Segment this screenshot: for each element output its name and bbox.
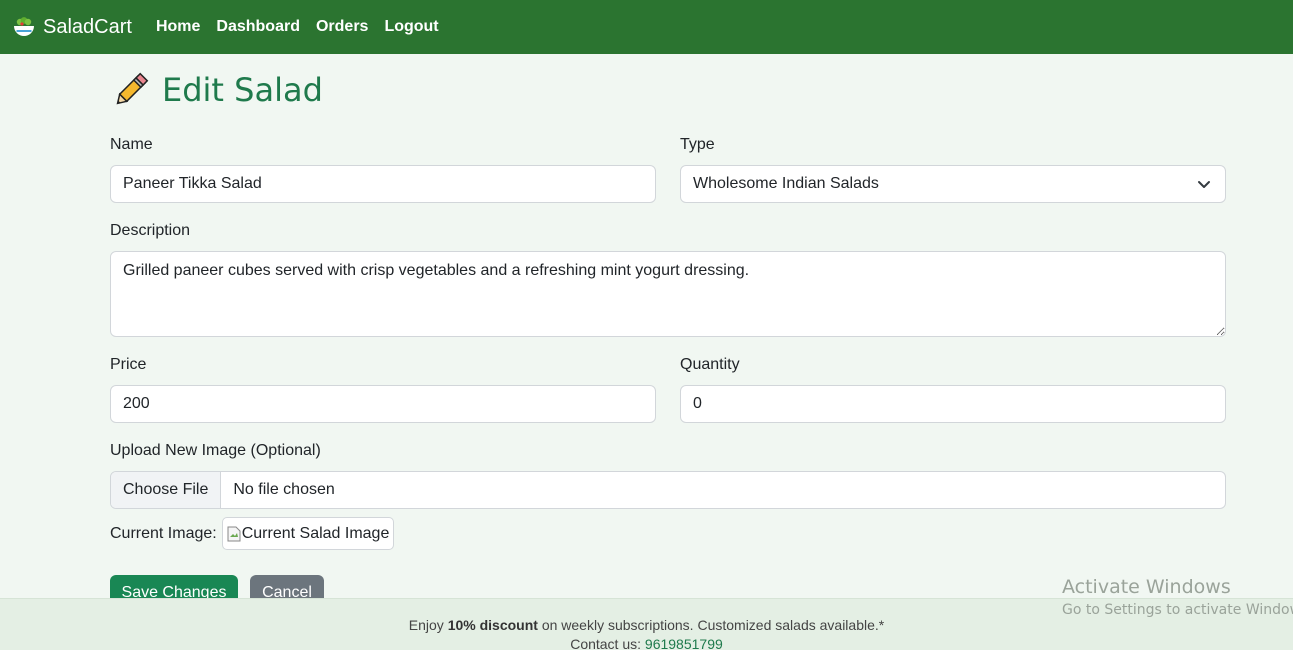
choose-file-button[interactable]: Choose File (111, 472, 222, 508)
image-file-input[interactable]: Choose File No file chosen (110, 471, 1226, 509)
footer-promo: Enjoy 10% discount on weekly subscriptio… (0, 616, 1293, 635)
quantity-input-value: 0 (693, 395, 702, 412)
current-image-alt: Current Salad Image (241, 524, 390, 542)
quantity-label: Quantity (680, 356, 740, 373)
upload-label: Upload New Image (Optional) (110, 442, 321, 459)
nav-dashboard[interactable]: Dashboard (216, 18, 300, 36)
watermark-title: Activate Windows (1062, 576, 1231, 598)
navbar: SaladCart Home Dashboard Orders Logout (0, 0, 1293, 54)
type-label: Type (680, 136, 715, 153)
footer-contact: Contact us: 9619851799 (0, 635, 1293, 650)
price-input[interactable]: 200 (110, 385, 656, 423)
current-image-label: Current Image: (110, 524, 217, 542)
pencil-icon (116, 72, 149, 105)
watermark-subtitle: Go to Settings to activate Windows. (1062, 602, 1293, 618)
footer-text-before: Enjoy (408, 617, 448, 633)
footer-discount: 10% discount (447, 617, 538, 633)
nav-orders[interactable]: Orders (316, 18, 368, 36)
nav-home[interactable]: Home (156, 18, 200, 36)
footer-phone-link[interactable]: 9619851799 (645, 636, 723, 650)
file-status: No file chosen (233, 481, 335, 498)
brand-link[interactable]: SaladCart (12, 15, 132, 39)
type-select-value: Wholesome Indian Salads (693, 175, 879, 192)
page-header: Edit Salad (110, 70, 323, 110)
name-input-value: Paneer Tikka Salad (123, 175, 262, 192)
footer-contact-label: Contact us: (570, 636, 645, 650)
current-image-thumbnail: Current Salad Image (221, 517, 395, 550)
price-label: Price (110, 356, 147, 373)
quantity-input[interactable]: 0 (680, 385, 1226, 423)
description-textarea[interactable]: Grilled paneer cubes served with crisp v… (110, 251, 1226, 337)
type-select[interactable]: Wholesome Indian Salads (680, 165, 1226, 203)
footer-text-after: on weekly subscriptions. Customized sala… (537, 617, 885, 633)
brand-name: SaladCart (43, 15, 132, 38)
broken-image-icon (227, 526, 241, 541)
name-input[interactable]: Paneer Tikka Salad (110, 165, 656, 203)
page-title: Edit Salad (162, 71, 323, 109)
nav-logout[interactable]: Logout (384, 18, 438, 36)
name-label: Name (110, 136, 153, 153)
description-label: Description (110, 222, 191, 239)
chevron-down-icon (1198, 181, 1210, 188)
activate-windows-watermark: Activate Windows Go to Settings to activ… (1062, 576, 1293, 618)
current-image-row: Current Image: Current Salad Image (110, 517, 395, 550)
salad-bowl-icon (14, 17, 34, 36)
price-input-value: 200 (123, 395, 150, 412)
